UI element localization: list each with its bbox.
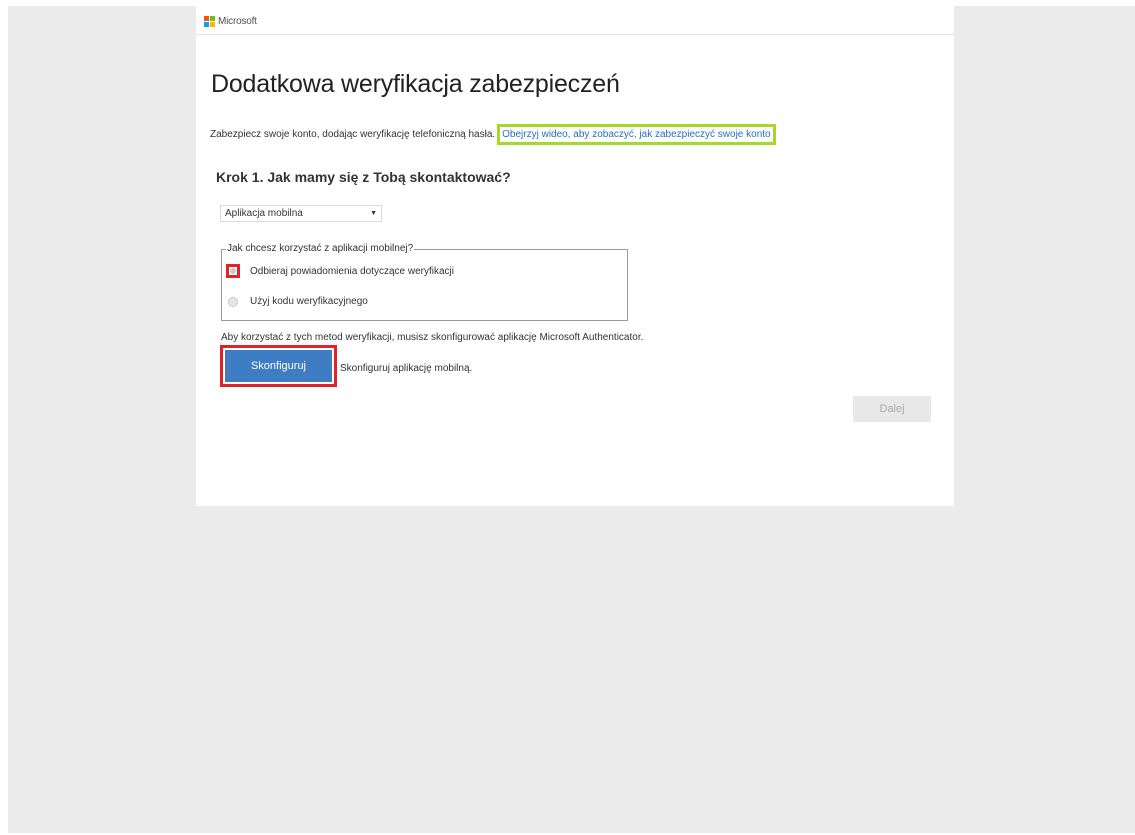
notifications-label: Odbieraj powiadomienia dotyczące weryfik… [250,265,454,277]
verification-code-radio[interactable] [228,296,238,307]
brand-name: Microsoft [218,15,257,27]
option-verification-code[interactable]: Użyj kodu weryfikacyjnego [226,296,368,307]
page-title: Dodatkowa weryfikacja zabezpieczeń [211,70,620,98]
configure-button[interactable]: Skonfiguruj [225,350,332,382]
option-notifications[interactable]: Odbieraj powiadomienia dotyczące weryfik… [226,264,454,278]
next-button[interactable]: Dalej [853,396,931,422]
intro-text: Zabezpiecz swoje konto, dodając weryfika… [210,129,496,140]
authenticator-note: Aby korzystać z tych metod weryfikacji, … [221,332,644,343]
verification-code-label: Użyj kodu weryfikacyjnego [250,296,368,307]
dropdown-arrow-icon: ▼ [370,210,377,217]
microsoft-logo-icon [204,15,215,27]
contact-method-select[interactable]: Aplikacja mobilna ▼ [220,205,382,222]
header: Microsoft [196,6,954,35]
microsoft-logo: Microsoft [204,15,257,27]
notifications-radio[interactable] [226,264,240,278]
contact-method-value: Aplikacja mobilna [225,208,303,219]
intro-row: Zabezpiecz swoje konto, dodając weryfika… [210,124,776,145]
mobile-app-options: Jak chcesz korzystać z aplikacji mobilne… [221,243,628,321]
mobile-app-options-legend: Jak chcesz korzystać z aplikacji mobilne… [226,243,415,254]
verification-card: Microsoft Dodatkowa weryfikacja zabezpie… [196,6,954,506]
watch-video-link[interactable]: Obejrzyj wideo, aby zobaczyć, jak zabezp… [497,124,776,145]
configure-button-highlight: Skonfiguruj [220,345,337,387]
step-heading: Krok 1. Jak mamy się z Tobą skontaktować… [216,169,511,185]
radio-dot-icon [230,268,236,274]
configure-caption: Skonfiguruj aplikację mobilną. [340,363,473,374]
